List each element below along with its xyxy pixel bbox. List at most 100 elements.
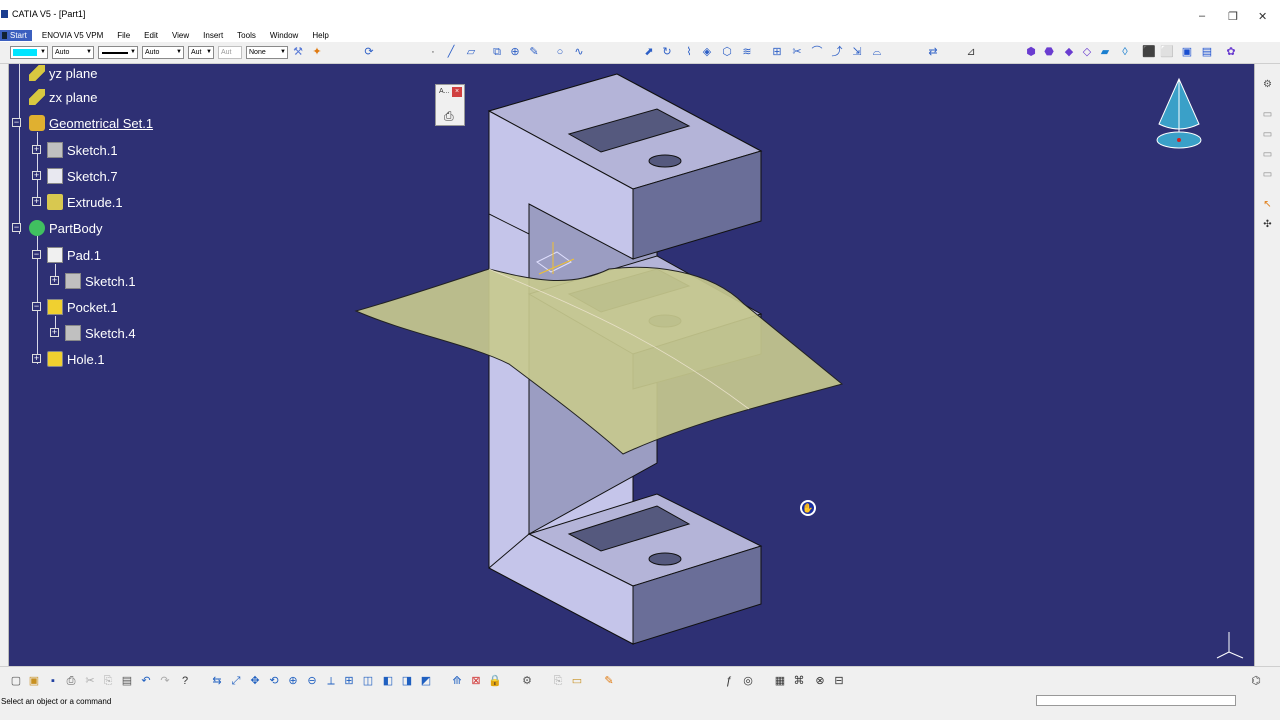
loft-icon[interactable]: ⬡ bbox=[720, 45, 734, 59]
fly-mode-icon[interactable]: ⇆ bbox=[210, 674, 224, 688]
blend-icon[interactable]: ≋ bbox=[740, 45, 754, 59]
project-icon[interactable]: ⧉ bbox=[490, 45, 504, 59]
boundary-icon[interactable]: ⤴ bbox=[830, 45, 844, 59]
extract-icon[interactable]: ⇲ bbox=[850, 45, 864, 59]
menu-insert[interactable]: Insert bbox=[203, 31, 223, 40]
close-panel-icon[interactable]: × bbox=[452, 87, 462, 97]
tree-node-sketch7[interactable]: Sketch.7 bbox=[47, 167, 118, 185]
properties-icon[interactable]: ✦ bbox=[310, 45, 324, 59]
paint-icon[interactable]: ✎ bbox=[602, 674, 616, 688]
menu-help[interactable]: Help bbox=[312, 31, 328, 40]
close-button[interactable]: ✕ bbox=[1258, 10, 1267, 23]
sketcher-icon[interactable]: ⟳ bbox=[362, 45, 376, 59]
pocket-tool-icon[interactable]: ⬣ bbox=[1042, 45, 1056, 59]
tree-node-pad-sketch1[interactable]: Sketch.1 bbox=[65, 272, 136, 290]
whats-this-icon[interactable]: ? bbox=[178, 674, 192, 688]
expand-pocket-sketch4-icon[interactable]: + bbox=[50, 328, 59, 337]
zoom-out-icon[interactable]: ⊖ bbox=[305, 674, 319, 688]
maximize-button[interactable]: ❐ bbox=[1228, 10, 1238, 23]
tree-node-partbody[interactable]: PartBody bbox=[29, 219, 102, 237]
expand-sketch1-icon[interactable]: + bbox=[32, 145, 41, 154]
sweep-icon[interactable]: ⌇ bbox=[682, 45, 696, 59]
join-icon[interactable]: ⊞ bbox=[770, 45, 784, 59]
line-type-select[interactable]: Auto ▼ bbox=[52, 46, 94, 59]
analysis-icon[interactable]: ▭ bbox=[1261, 148, 1274, 161]
minimize-button[interactable]: – bbox=[1199, 10, 1205, 22]
zoom-in-icon[interactable]: ⊕ bbox=[286, 674, 300, 688]
law-icon[interactable]: ⌘ bbox=[792, 674, 806, 688]
expand-pad-sketch1-icon[interactable]: + bbox=[50, 276, 59, 285]
menu-tools[interactable]: Tools bbox=[237, 31, 256, 40]
new-file-icon[interactable]: ▢ bbox=[9, 674, 23, 688]
line-thickness-select[interactable]: ▼ bbox=[98, 46, 138, 59]
tree-node-pad1[interactable]: Pad.1 bbox=[47, 246, 101, 264]
comment-icon[interactable]: ◎ bbox=[741, 674, 755, 688]
update-icon[interactable]: ⟰ bbox=[450, 674, 464, 688]
menu-enovia[interactable]: ENOVIA V5 VPM bbox=[42, 31, 103, 40]
expand-hole1-icon[interactable]: + bbox=[32, 354, 41, 363]
expand-sketch7-icon[interactable]: + bbox=[32, 171, 41, 180]
menu-view[interactable]: View bbox=[172, 31, 189, 40]
rotate-icon[interactable]: ⟲ bbox=[267, 674, 281, 688]
spline-icon[interactable]: ∿ bbox=[572, 45, 586, 59]
fillet-icon[interactable]: ⌓ bbox=[870, 45, 884, 59]
collapse-geometrical-set-icon[interactable]: − bbox=[12, 118, 21, 127]
revolve-icon[interactable]: ↻ bbox=[660, 45, 674, 59]
expand-extrude1-icon[interactable]: + bbox=[32, 197, 41, 206]
split-icon[interactable]: ✂ bbox=[790, 45, 804, 59]
measure-between-icon[interactable]: ⚙ bbox=[1261, 78, 1274, 91]
pan-icon[interactable]: ✥ bbox=[248, 674, 262, 688]
3d-viewport[interactable]: A... × ⎙ ✋ yz plane zx plane − Geometric… bbox=[9, 64, 1254, 666]
transform-icon[interactable]: ⇄ bbox=[926, 45, 940, 59]
undo-icon[interactable]: ↶ bbox=[139, 674, 153, 688]
circle-icon[interactable]: ○ bbox=[553, 45, 567, 59]
fill-icon[interactable]: ◈ bbox=[700, 45, 714, 59]
iso-view-icon[interactable]: ◫ bbox=[361, 674, 375, 688]
printer-icon[interactable]: ⎙ bbox=[444, 109, 454, 124]
tree-node-yz-plane[interactable]: yz plane bbox=[29, 64, 97, 82]
extrude-tool-icon[interactable]: ⬈ bbox=[642, 45, 656, 59]
shading-icon[interactable]: ◧ bbox=[381, 674, 395, 688]
menu-file[interactable]: File bbox=[117, 31, 130, 40]
tree-node-hole1[interactable]: Hole.1 bbox=[47, 350, 105, 368]
tree-node-zx-plane[interactable]: zx plane bbox=[29, 88, 97, 106]
trim-icon[interactable]: ⌒ bbox=[810, 45, 824, 59]
command-input[interactable] bbox=[1036, 695, 1236, 706]
lock-icon[interactable]: 🔒 bbox=[488, 674, 502, 688]
line-weight-select[interactable]: Auto ▼ bbox=[142, 46, 184, 59]
sew-surface-icon[interactable]: ◊ bbox=[1118, 45, 1132, 59]
pad-tool-icon[interactable]: ⬢ bbox=[1024, 45, 1038, 59]
menu-window[interactable]: Window bbox=[270, 31, 298, 40]
add-body-icon[interactable]: ▣ bbox=[1180, 45, 1194, 59]
tree-node-sketch1[interactable]: Sketch.1 bbox=[47, 141, 118, 159]
tree-node-geometrical-set[interactable]: Geometrical Set.1 bbox=[29, 114, 153, 132]
left-scroll-rail[interactable] bbox=[0, 64, 9, 666]
constraint-icon[interactable]: ⊠ bbox=[469, 674, 483, 688]
remove-body-icon[interactable]: ▤ bbox=[1200, 45, 1214, 59]
boolean-icon[interactable]: ⬛ bbox=[1142, 45, 1156, 59]
symbol-select[interactable]: None ▼ bbox=[246, 46, 288, 59]
tree-node-extrude1[interactable]: Extrude.1 bbox=[47, 193, 123, 211]
combine-icon[interactable]: ✎ bbox=[527, 45, 541, 59]
tree-node-pocket1[interactable]: Pocket.1 bbox=[47, 298, 118, 316]
plane-tool-icon[interactable]: ▱ bbox=[464, 45, 478, 59]
groove-icon[interactable]: ◇ bbox=[1080, 45, 1094, 59]
tools-icon[interactable]: ✣ bbox=[1261, 218, 1274, 231]
color-select[interactable]: ▼ bbox=[10, 46, 48, 59]
fit-all-icon[interactable]: ⤢ bbox=[229, 674, 243, 688]
intersection-icon[interactable]: ⊕ bbox=[508, 45, 522, 59]
compass-icon[interactable] bbox=[1149, 74, 1209, 154]
catalog-browser-icon[interactable]: ▭ bbox=[570, 674, 584, 688]
draft-analysis-icon[interactable]: ▭ bbox=[1261, 168, 1274, 181]
collapse-pad1-icon[interactable]: − bbox=[32, 250, 41, 259]
catalog-icon[interactable]: ▭ bbox=[1261, 108, 1274, 121]
assemble-icon[interactable]: ⬜ bbox=[1160, 45, 1174, 59]
open-file-icon[interactable]: ▣ bbox=[27, 674, 41, 688]
formula-icon[interactable]: ƒ bbox=[722, 674, 736, 688]
mini-toolbar-panel[interactable]: A... × ⎙ bbox=[435, 84, 465, 126]
line-icon[interactable]: ╱ bbox=[444, 45, 458, 59]
pattern-icon[interactable]: ✿ bbox=[1224, 45, 1238, 59]
shaft-icon[interactable]: ◆ bbox=[1062, 45, 1076, 59]
painter-icon[interactable]: ⚒ bbox=[291, 45, 305, 59]
point-icon[interactable]: · bbox=[426, 45, 440, 59]
